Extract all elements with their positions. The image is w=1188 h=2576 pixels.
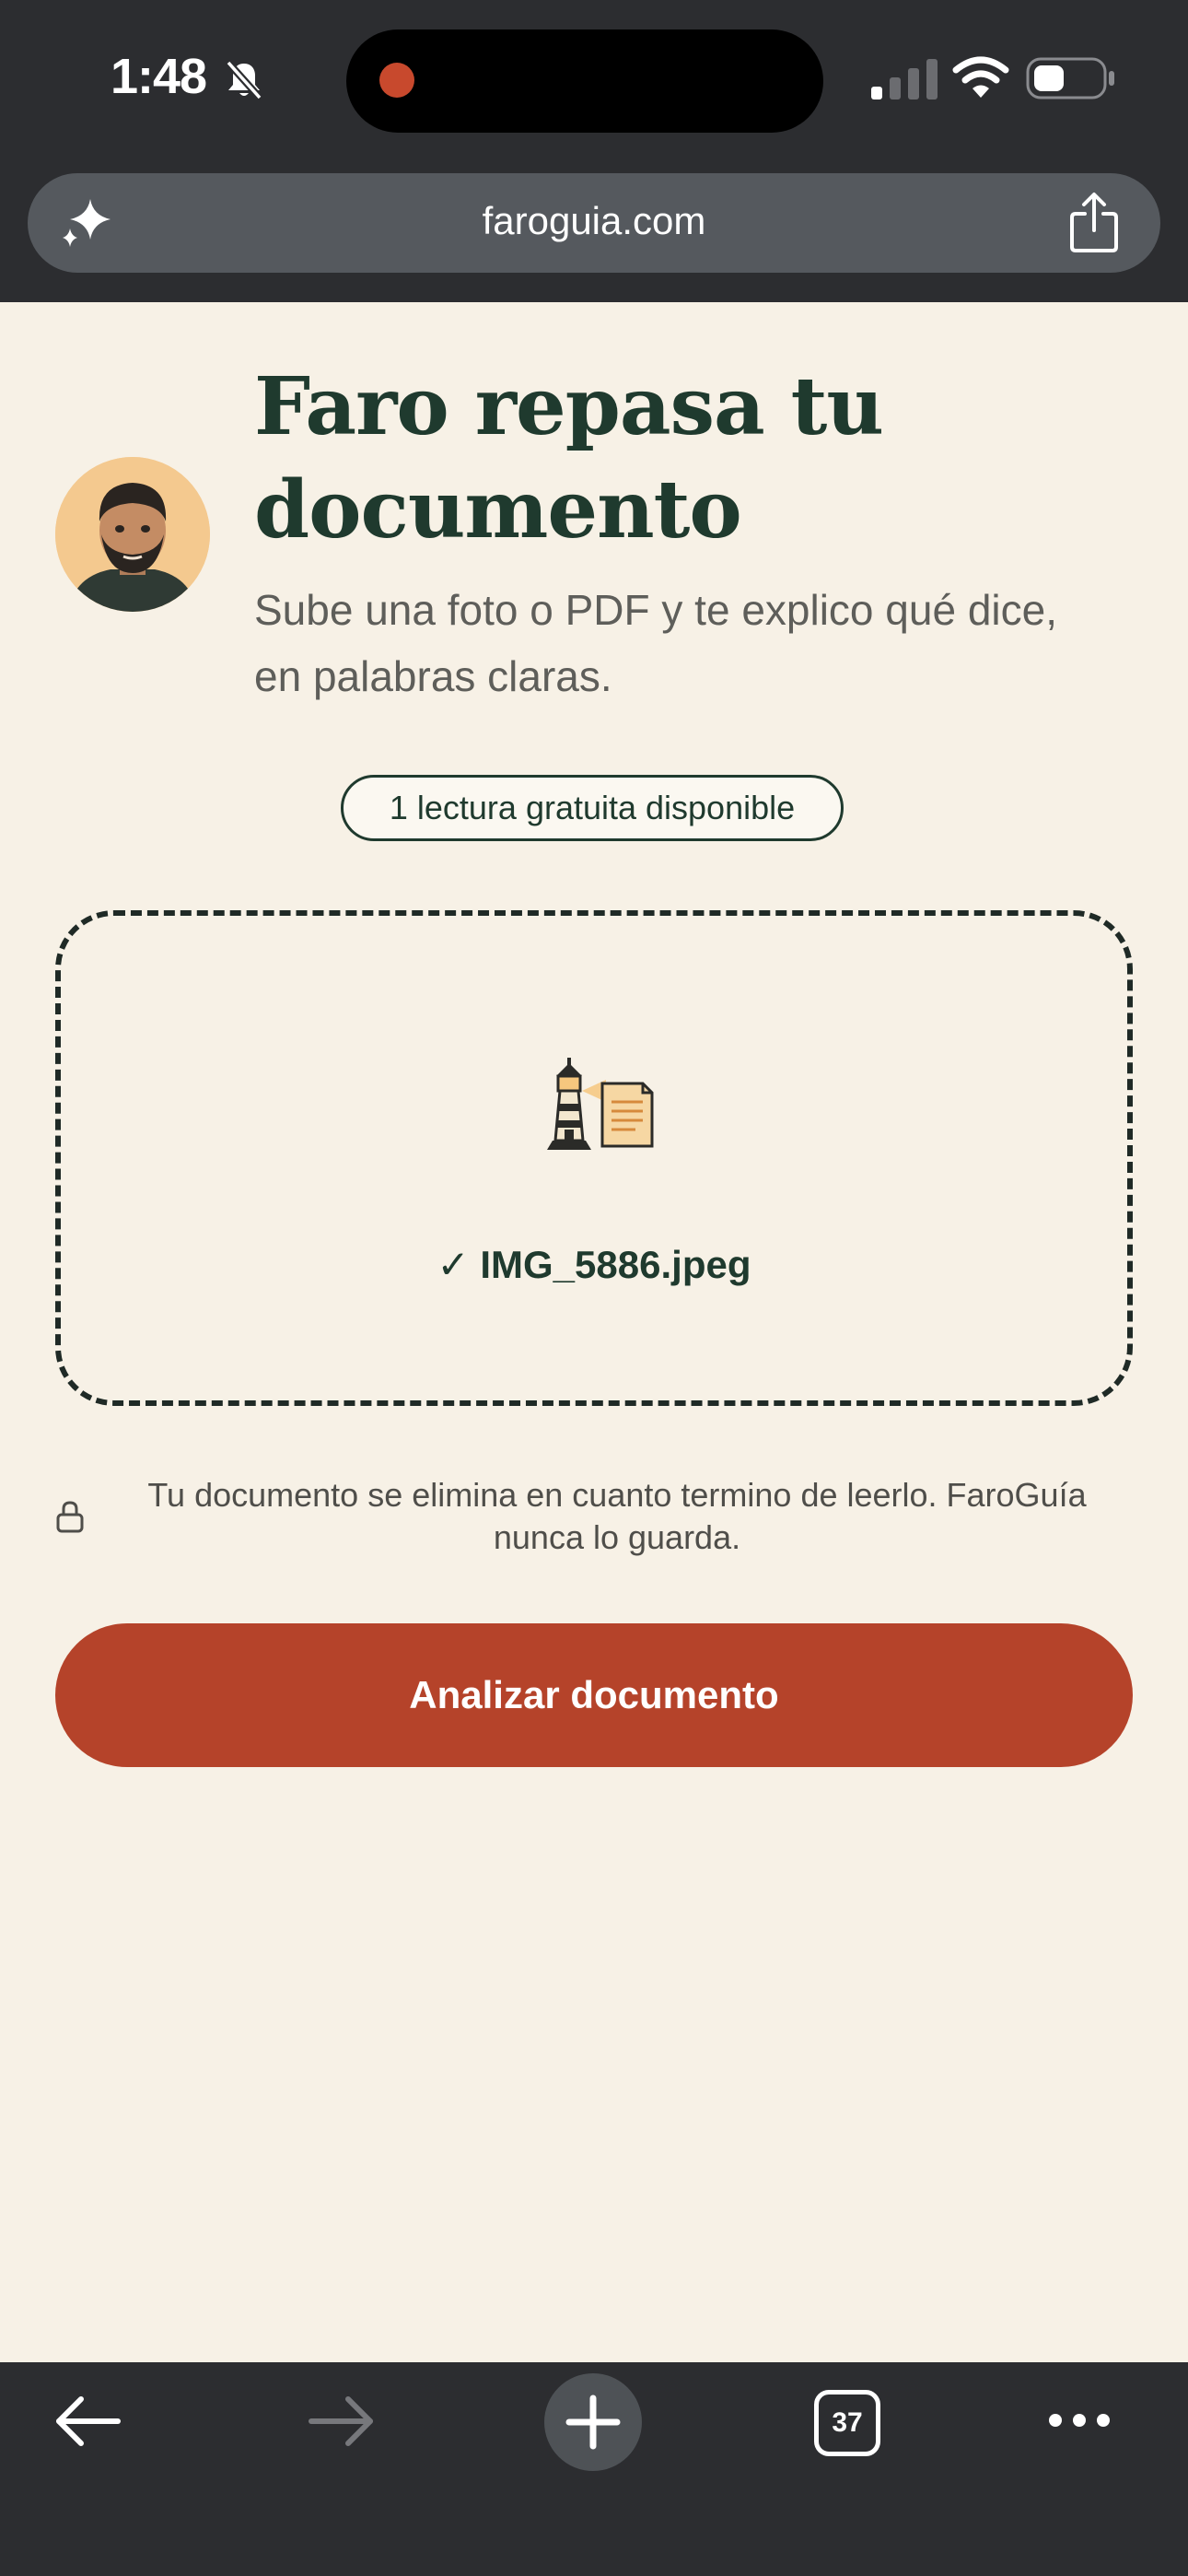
more-icon[interactable] <box>1048 2406 1111 2434</box>
browser-top-chrome: 1:48 faroguia.com <box>0 0 1188 302</box>
url-text[interactable]: faroguia.com <box>28 199 1160 243</box>
forward-icon[interactable] <box>306 2394 376 2449</box>
analyze-document-button[interactable]: Analizar documento <box>55 1623 1133 1767</box>
free-reading-badge: 1 lectura gratuita disponible <box>341 775 844 841</box>
plus-icon <box>565 2395 621 2450</box>
bell-slash-icon <box>226 60 262 100</box>
tab-count: 37 <box>832 2407 863 2438</box>
avatar <box>55 457 210 612</box>
recording-indicator-icon <box>379 63 414 98</box>
dynamic-island <box>346 29 823 133</box>
status-time: 1:48 <box>111 49 207 104</box>
share-icon[interactable] <box>1068 192 1120 254</box>
page-subtitle: Sube una foto o PDF y te explico qué dic… <box>254 586 1057 700</box>
lighthouse-document-icon <box>547 1058 654 1150</box>
lock-icon <box>56 1501 84 1533</box>
address-bar[interactable]: faroguia.com <box>28 173 1160 273</box>
page-title: Faro repasa tu documento <box>254 360 884 556</box>
battery-icon <box>1026 57 1114 100</box>
wifi-icon <box>952 56 1009 98</box>
selected-file-name: ✓ IMG_5886.jpeg <box>437 1243 751 1286</box>
tabs-button[interactable]: 37 <box>814 2390 880 2456</box>
avatar-portrait-icon <box>55 457 210 612</box>
new-tab-button[interactable] <box>544 2373 642 2471</box>
privacy-note: Tu documento se elimina en cuanto termin… <box>147 1476 1087 1556</box>
back-icon[interactable] <box>53 2394 123 2449</box>
browser-bottom-toolbar: 37 <box>0 2362 1188 2576</box>
upload-dropzone[interactable]: ✓ IMG_5886.jpeg <box>55 910 1133 1406</box>
signal-icon <box>871 59 938 100</box>
